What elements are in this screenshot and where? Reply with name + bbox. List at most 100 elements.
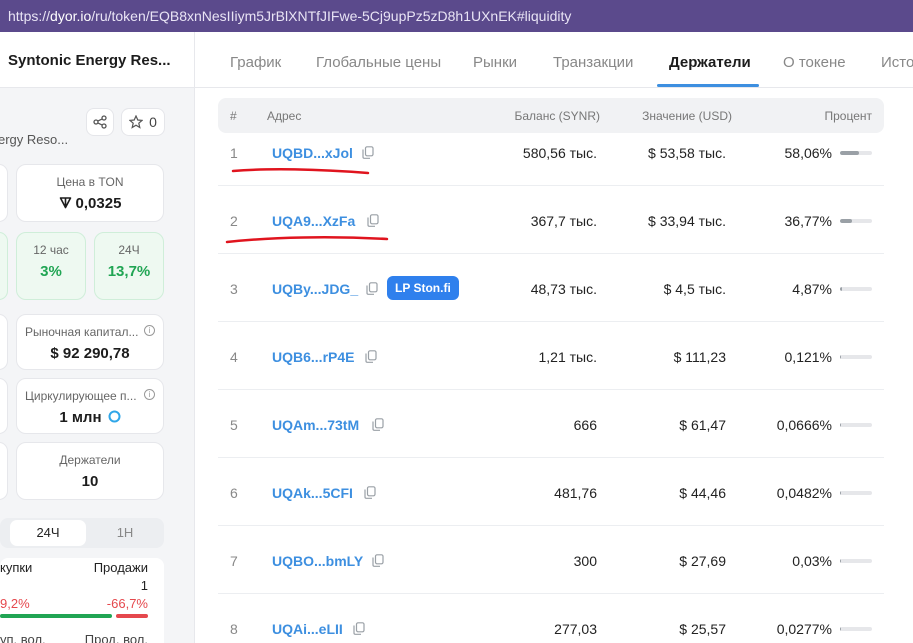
tab-transactions[interactable]: Транзакции — [553, 54, 633, 71]
tab-global-prices[interactable]: Глобальные цены — [316, 54, 441, 71]
tab-chart[interactable]: График — [230, 54, 281, 71]
table-row: 7 UQBO...bmLY 300 $ 27,69 0,03% — [218, 526, 884, 594]
lp-badge[interactable]: LP Ston.fi — [387, 276, 459, 300]
change-12h-value: 3% — [40, 263, 62, 280]
change-24h-card[interactable]: 24Ч 13,7% — [94, 232, 164, 300]
token-tabs: График Глобальные цены Рынки Транзакции … — [195, 32, 913, 88]
percent-bar — [840, 287, 872, 291]
circulating-value: 1 млн — [17, 409, 163, 426]
table-row: 6 UQAk...5CFI 481,76 $ 44,46 0,0482% — [218, 458, 884, 526]
holder-percent: 0,0482% — [776, 485, 832, 501]
info-icon[interactable]: i — [144, 389, 155, 400]
holder-percent: 58,06% — [784, 145, 832, 161]
copy-icon[interactable] — [366, 282, 378, 295]
circulating-card: Циркулирующее п... i 1 млн — [16, 378, 164, 434]
holder-balance: 1,21 тыс. — [538, 349, 597, 365]
row-number: 4 — [230, 349, 238, 365]
holder-balance: 48,73 тыс. — [530, 281, 597, 297]
holder-address-link[interactable]: UQA9...XzFa — [272, 213, 355, 229]
holder-value-usd: $ 33,94 тыс. — [648, 213, 726, 229]
url-path: /ru/token/EQB8xnNesIIiym5JrBlXNTfJIFwe-5… — [91, 8, 572, 24]
percent-bar — [840, 151, 872, 155]
copy-icon[interactable] — [365, 350, 377, 363]
buy-volume-label: уп. вол. — [0, 632, 46, 643]
percent-bar-fill — [840, 219, 852, 223]
copy-icon[interactable] — [372, 418, 384, 431]
copy-icon[interactable] — [353, 622, 365, 635]
holder-percent: 36,77% — [784, 213, 832, 229]
holder-value-usd: $ 111,23 — [673, 349, 726, 365]
annotation-underline — [225, 236, 389, 244]
favorite-button[interactable]: 0 — [121, 108, 165, 136]
price-value: 0,0325 — [17, 195, 163, 212]
token-subname: ergy Reso... — [0, 132, 69, 147]
address-bar[interactable]: https://dyor.io/ru/token/EQB8xnNesIIiym5… — [0, 0, 913, 32]
holder-balance: 300 — [573, 553, 597, 569]
panel-divider — [194, 32, 195, 643]
holder-value-usd: $ 53,58 тыс. — [648, 145, 726, 161]
buys-pct: 9,2% — [0, 596, 30, 611]
holder-address-link[interactable]: UQBO...bmLY — [272, 553, 363, 569]
tab-markets[interactable]: Рынки — [473, 54, 517, 71]
share-button[interactable] — [86, 108, 114, 136]
period-1w[interactable]: 1Н — [94, 520, 156, 546]
percent-bar-fill — [840, 287, 842, 291]
row-number: 5 — [230, 417, 238, 433]
holder-address-link[interactable]: UQBy...JDG_ — [272, 281, 358, 297]
trades-panel: купки Продажи 1 9,2% -66,7% уп. вол. Про… — [0, 558, 164, 643]
holder-percent: 4,87% — [792, 281, 832, 297]
percent-bar — [840, 355, 872, 359]
copy-icon[interactable] — [367, 214, 379, 227]
market-cap-card: Рыночная капитал... i $ 92 290,78 — [16, 314, 164, 370]
holder-value-usd: $ 44,46 — [679, 485, 726, 501]
copy-icon[interactable] — [372, 554, 384, 567]
holder-balance: 367,7 тыс. — [530, 213, 597, 229]
token-header: Syntonic Energy Res... — [0, 32, 194, 88]
holder-value-usd: $ 4,5 тыс. — [663, 281, 726, 297]
change-12h-label: 12 час — [33, 243, 69, 257]
buys-label: купки — [0, 560, 33, 575]
tab-about[interactable]: О токене — [783, 54, 846, 71]
percent-bar — [840, 627, 872, 631]
percent-bar-fill — [840, 151, 859, 155]
percent-bar — [840, 559, 872, 563]
row-number: 2 — [230, 213, 238, 229]
period-24h[interactable]: 24Ч — [10, 520, 86, 546]
market-cap-value: $ 92 290,78 — [50, 345, 130, 362]
holder-balance: 666 — [573, 417, 597, 433]
ton-icon — [59, 197, 71, 209]
circulating-label: Циркулирующее п... — [25, 389, 137, 403]
copy-icon[interactable] — [364, 486, 376, 499]
holder-address-link[interactable]: UQB6...rP4E — [272, 349, 354, 365]
card-stub — [0, 442, 8, 500]
change-12h-card[interactable]: 12 час 3% — [16, 232, 86, 300]
holder-address-link[interactable]: UQAm...73tM — [272, 417, 359, 433]
change-24h-value: 13,7% — [107, 263, 151, 280]
price-card: Цена в TON 0,0325 — [16, 164, 164, 222]
sell-volume-label: Прод. вол. — [84, 632, 148, 643]
percent-bar — [840, 423, 872, 427]
row-number: 6 — [230, 485, 238, 501]
star-icon — [129, 115, 144, 129]
holder-balance: 277,03 — [554, 621, 597, 637]
period-toggle: 24Ч 1Н — [0, 518, 164, 548]
url-host: dyor.io — [50, 8, 92, 24]
holder-address-link[interactable]: UQAi...eLII — [272, 621, 343, 637]
annotation-underline — [231, 168, 370, 175]
card-stub — [0, 314, 8, 370]
holder-balance: 481,76 — [554, 485, 597, 501]
info-icon[interactable]: i — [144, 325, 155, 336]
token-sidebar: Syntonic Energy Res... ergy Reso... 0 Це… — [0, 32, 194, 643]
holder-percent: 0,121% — [784, 349, 832, 365]
row-number: 3 — [230, 281, 238, 297]
token-name: Syntonic Energy Res... — [8, 52, 171, 69]
row-number: 7 — [230, 553, 238, 569]
copy-icon[interactable] — [362, 146, 374, 159]
holder-address-link[interactable]: UQAk...5CFI — [272, 485, 353, 501]
sells-count: 1 — [140, 578, 148, 593]
tab-holders[interactable]: Держатели — [669, 54, 751, 71]
tab-history[interactable]: Исто — [881, 54, 913, 71]
card-stub — [0, 378, 8, 434]
row-number: 8 — [230, 621, 238, 637]
holder-address-link[interactable]: UQBD...xJol — [272, 145, 353, 161]
